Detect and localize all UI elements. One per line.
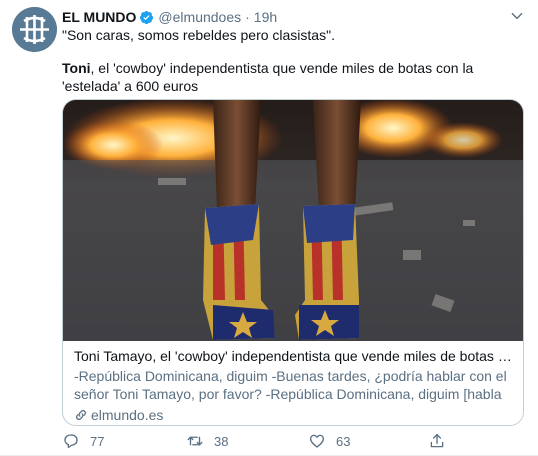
share-icon (430, 433, 444, 448)
retweet-icon (187, 436, 203, 446)
separator-dot: · (245, 9, 250, 25)
tweet-actions: 77 38 63 (62, 430, 482, 452)
like-count: 63 (336, 433, 351, 449)
headline-bold: Toni (62, 60, 91, 76)
tweet-header: EL MUNDO @elmundoes · 19h (62, 8, 526, 26)
share-button[interactable] (428, 430, 446, 452)
like-icon (309, 434, 325, 448)
headline-rest: , el 'cowboy' independentista que vende … (62, 60, 474, 94)
elmundo-logo-icon (12, 7, 57, 52)
verified-badge-icon (140, 10, 154, 24)
card-body: Toni Tamayo, el 'cowboy' independentista… (74, 347, 512, 424)
more-options-button[interactable] (508, 7, 526, 25)
card-description: -República Dominicana, diguim -Buenas ta… (74, 368, 507, 405)
retweet-count: 38 (214, 433, 229, 449)
avatar[interactable] (12, 7, 57, 52)
card-domain-text: elmundo.es (91, 407, 164, 423)
tweet-timestamp[interactable]: 19h (254, 9, 277, 25)
link-card[interactable]: Toni Tamayo, el 'cowboy' independentista… (62, 99, 524, 426)
author-name[interactable]: EL MUNDO (62, 9, 136, 25)
chevron-down-icon (511, 12, 523, 20)
retweet-button[interactable]: 38 (186, 430, 228, 452)
tweet-text: "Son caras, somos rebeldes pero clasista… (62, 27, 335, 43)
card-domain[interactable]: elmundo.es (74, 406, 512, 424)
link-icon (76, 410, 86, 420)
card-title[interactable]: Toni Tamayo, el 'cowboy' independentista… (74, 347, 512, 366)
author-handle[interactable]: @elmundoes (158, 9, 241, 25)
like-button[interactable]: 63 (308, 430, 350, 452)
reply-button[interactable]: 77 (62, 430, 104, 452)
reply-count: 77 (90, 433, 105, 449)
tweet-headline: Toni, el 'cowboy' independentista que ve… (62, 59, 524, 95)
card-image (63, 100, 523, 341)
reply-icon (64, 434, 78, 449)
tweet[interactable]: EL MUNDO @elmundoes · 19h "Son caras, so… (0, 0, 538, 456)
